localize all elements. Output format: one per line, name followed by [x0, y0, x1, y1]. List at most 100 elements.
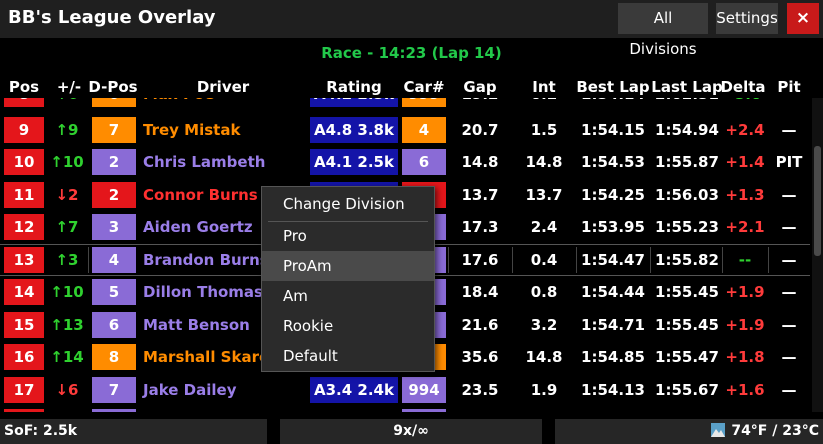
- interval-value: 2.4: [530, 218, 558, 236]
- division-position: 6: [92, 312, 136, 338]
- menu-item-rookie[interactable]: Rookie: [262, 311, 434, 341]
- delta-value: +2.1: [725, 218, 765, 236]
- column-divider: [650, 247, 651, 273]
- settings-button[interactable]: Settings: [716, 3, 778, 34]
- delta-value: +1.9: [725, 316, 765, 334]
- last-lap: 1:55.82: [655, 251, 719, 269]
- position-change: ↑13: [50, 316, 84, 334]
- pit-status: PIT: [775, 153, 803, 171]
- last-lap: 1:56.03: [655, 186, 719, 204]
- lap-count: 9x/∞: [280, 419, 542, 444]
- header-gap[interactable]: Gap: [450, 78, 510, 96]
- interval-value: 0.2: [514, 98, 574, 107]
- header-int[interactable]: Int: [514, 78, 574, 96]
- title-bar: BB's League Overlay All Divisions Settin…: [0, 0, 823, 58]
- division-position: 4: [92, 247, 136, 273]
- app-title: BB's League Overlay: [8, 7, 216, 28]
- division-context-menu: Change Division Pro ProAm Am Rookie Defa…: [261, 186, 435, 372]
- car-number: 999: [402, 98, 446, 107]
- last-lap: 1:54.94: [655, 121, 719, 139]
- delta-value: +2.4: [725, 121, 765, 139]
- table-row[interactable]: 10 ↑10 2 Chris Lambeth A4.1 2.5k 6 14.8 …: [0, 146, 810, 178]
- last-lap: 1:55.45: [655, 316, 719, 334]
- menu-item-am[interactable]: Am: [262, 281, 434, 311]
- table-scrollbar[interactable]: [812, 98, 823, 412]
- scrollbar-thumb[interactable]: [814, 146, 821, 256]
- pit-status: —: [781, 251, 797, 269]
- gap-value: 23.5: [461, 381, 499, 399]
- position-change: ↑10: [50, 283, 84, 301]
- header-best-lap[interactable]: Best Lap: [576, 78, 650, 96]
- menu-item-default[interactable]: Default: [262, 341, 434, 371]
- interval-value: 1.9: [530, 381, 558, 399]
- best-lap: 1:53.95: [581, 218, 645, 236]
- gap-value: 17.6: [461, 251, 499, 269]
- column-divider: [512, 247, 513, 273]
- division-position: 2: [92, 149, 136, 175]
- header-dpos[interactable]: D-Pos: [88, 78, 138, 96]
- weather-icon: [711, 423, 726, 437]
- header-rating[interactable]: Rating: [310, 78, 398, 96]
- interval-value: 0.4: [530, 251, 558, 269]
- header-car[interactable]: Car#: [400, 78, 448, 96]
- position-badge: 11: [4, 182, 44, 208]
- pit-status: —: [781, 186, 797, 204]
- header-last-lap[interactable]: Last Lap: [650, 78, 724, 96]
- column-divider: [88, 247, 89, 273]
- menu-item-pro[interactable]: Pro: [262, 221, 434, 251]
- header-pit[interactable]: Pit: [770, 78, 808, 96]
- last-lap: 1:55.67: [655, 381, 719, 399]
- column-divider: [448, 247, 449, 273]
- driver-rating: A4.2 2.5k: [310, 98, 398, 107]
- interval-value: 3.2: [530, 316, 558, 334]
- car-number: 6: [402, 149, 446, 175]
- menu-item-proam[interactable]: ProAm: [262, 251, 434, 281]
- last-lap: 2:02.51: [652, 98, 722, 107]
- pit-status: —: [781, 316, 797, 334]
- driver-name: Chris Lambeth: [143, 153, 266, 171]
- column-header: Pos +/- D-Pos Driver Rating Car# Gap Int…: [0, 76, 823, 98]
- gap-value: 19.2: [450, 98, 510, 107]
- pit-status: —: [781, 121, 797, 139]
- gap-value: 14.8: [461, 153, 499, 171]
- gap-value: 13.7: [461, 186, 499, 204]
- driver-rating: A4.8 3.8k: [310, 117, 398, 143]
- column-divider: [768, 247, 769, 273]
- gap-value: 17.3: [461, 218, 499, 236]
- table-row[interactable]: 8 ↑6 6 Max Poe A4.2 2.5k 999 19.2 0.2 1:…: [0, 98, 810, 110]
- position-badge: 13: [4, 247, 44, 273]
- delta-value: +1.6: [725, 381, 765, 399]
- next-row-division-badge: [92, 409, 136, 412]
- best-lap: 1:54.85: [581, 348, 645, 366]
- header-pos[interactable]: Pos: [4, 78, 44, 96]
- position-change: ↓2: [55, 186, 79, 204]
- table-row[interactable]: 17 ↓6 7 Jake Dailey A3.4 2.4k 994 23.5 1…: [0, 374, 810, 406]
- pit-status: —: [781, 381, 797, 399]
- position-change: ↑3: [55, 251, 79, 269]
- delta-value: +1.8: [725, 348, 765, 366]
- header-change[interactable]: +/-: [48, 78, 90, 96]
- driver-rating: A3.4 2.4k: [310, 377, 398, 403]
- menu-item-change-division[interactable]: Change Division: [262, 189, 434, 219]
- interval-value: 14.8: [525, 153, 563, 171]
- delta-value: +1.4: [725, 153, 765, 171]
- position-badge: 8: [4, 98, 44, 107]
- last-lap: 1:55.87: [655, 153, 719, 171]
- delta-value: +1.3: [725, 186, 765, 204]
- next-row-car-badge: [402, 409, 446, 412]
- gap-value: 18.4: [461, 283, 499, 301]
- table-row[interactable]: 9 ↑9 7 Trey Mistak A4.8 3.8k 4 20.7 1.5 …: [0, 114, 810, 146]
- driver-name: Trey Mistak: [143, 121, 241, 139]
- gap-value: 20.7: [461, 121, 499, 139]
- position-badge: 14: [4, 279, 44, 305]
- car-number: 4: [402, 117, 446, 143]
- division-position: 6: [92, 98, 136, 107]
- delta-value: +1.9: [725, 283, 765, 301]
- gap-value: 35.6: [461, 348, 499, 366]
- all-divisions-button[interactable]: All Divisions: [618, 3, 708, 58]
- header-delta[interactable]: Delta: [720, 78, 766, 96]
- division-position: 3: [92, 214, 136, 240]
- close-button[interactable]: ×: [787, 3, 819, 34]
- interval-value: 13.7: [525, 186, 563, 204]
- header-driver[interactable]: Driver: [143, 78, 303, 96]
